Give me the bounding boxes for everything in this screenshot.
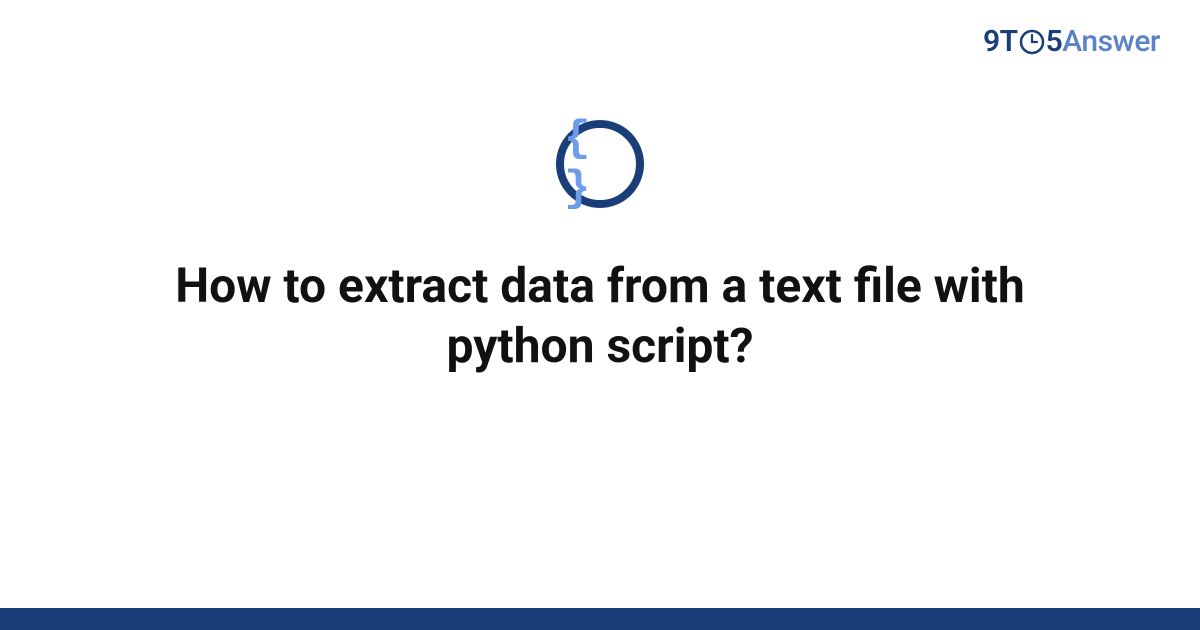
code-braces-icon: { } — [564, 114, 636, 214]
category-icon-circle: { } — [556, 120, 644, 208]
brand-logo: 9T 5 Answer — [983, 24, 1160, 59]
main-content: { } How to extract data from a text file… — [0, 120, 1200, 376]
clock-icon — [1019, 29, 1045, 55]
footer-bar — [0, 608, 1200, 630]
brand-text-5: 5 — [1046, 24, 1063, 59]
brand-text-answer: Answer — [1062, 24, 1160, 59]
brand-text-9t: 9T — [983, 24, 1018, 59]
question-title: How to extract data from a text file wit… — [100, 256, 1100, 376]
